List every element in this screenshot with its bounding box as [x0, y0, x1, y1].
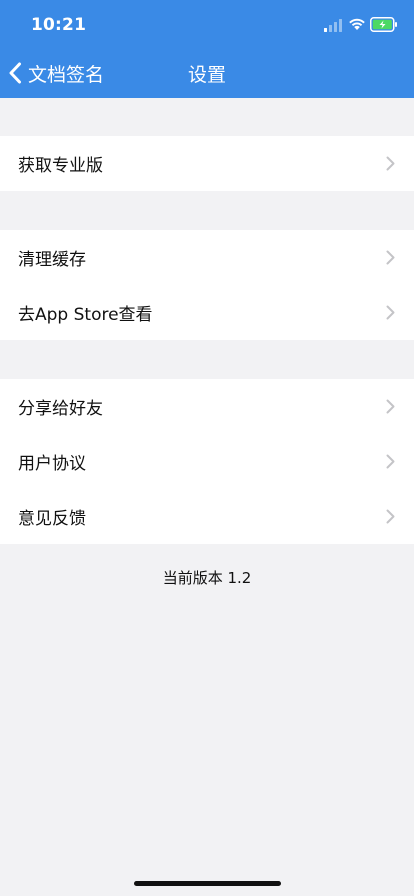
row-label: 分享给好友: [18, 399, 103, 419]
status-time: 10:21: [31, 15, 87, 35]
page-title: 设置: [187, 64, 226, 86]
row-label: 清理缓存: [18, 250, 86, 270]
chevron-right-icon: [386, 399, 395, 414]
cellular-signal-icon: [324, 19, 342, 32]
chevron-right-icon: [386, 509, 395, 524]
row-clear-cache[interactable]: 清理缓存: [0, 230, 414, 285]
row-label: 获取专业版: [18, 156, 103, 176]
settings-group-pro: 获取专业版: [0, 136, 414, 191]
chevron-right-icon: [386, 250, 395, 265]
chevron-right-icon: [386, 454, 395, 469]
row-label: 用户协议: [18, 454, 86, 474]
row-get-pro[interactable]: 获取专业版: [0, 136, 414, 191]
nav-bar: 文档签名 设置: [0, 48, 414, 98]
row-feedback[interactable]: 意见反馈: [0, 489, 414, 544]
battery-charging-icon: [370, 17, 397, 32]
settings-group-about: 分享给好友 用户协议 意见反馈: [0, 379, 414, 544]
row-app-store[interactable]: 去App Store查看: [0, 285, 414, 340]
status-bar: 10:21: [0, 0, 414, 48]
wifi-icon: [349, 18, 365, 30]
row-share[interactable]: 分享给好友: [0, 379, 414, 434]
row-user-agreement[interactable]: 用户协议: [0, 434, 414, 489]
row-label: 去App Store查看: [18, 305, 153, 325]
navigation-header: 10:21 文档签名 设置: [0, 0, 414, 98]
home-indicator[interactable]: [134, 881, 281, 886]
row-label: 意见反馈: [18, 509, 86, 529]
settings-group-app: 清理缓存 去App Store查看: [0, 230, 414, 340]
version-label: 当前版本 1.2: [162, 569, 252, 587]
chevron-right-icon: [386, 305, 395, 320]
chevron-right-icon: [386, 156, 395, 171]
